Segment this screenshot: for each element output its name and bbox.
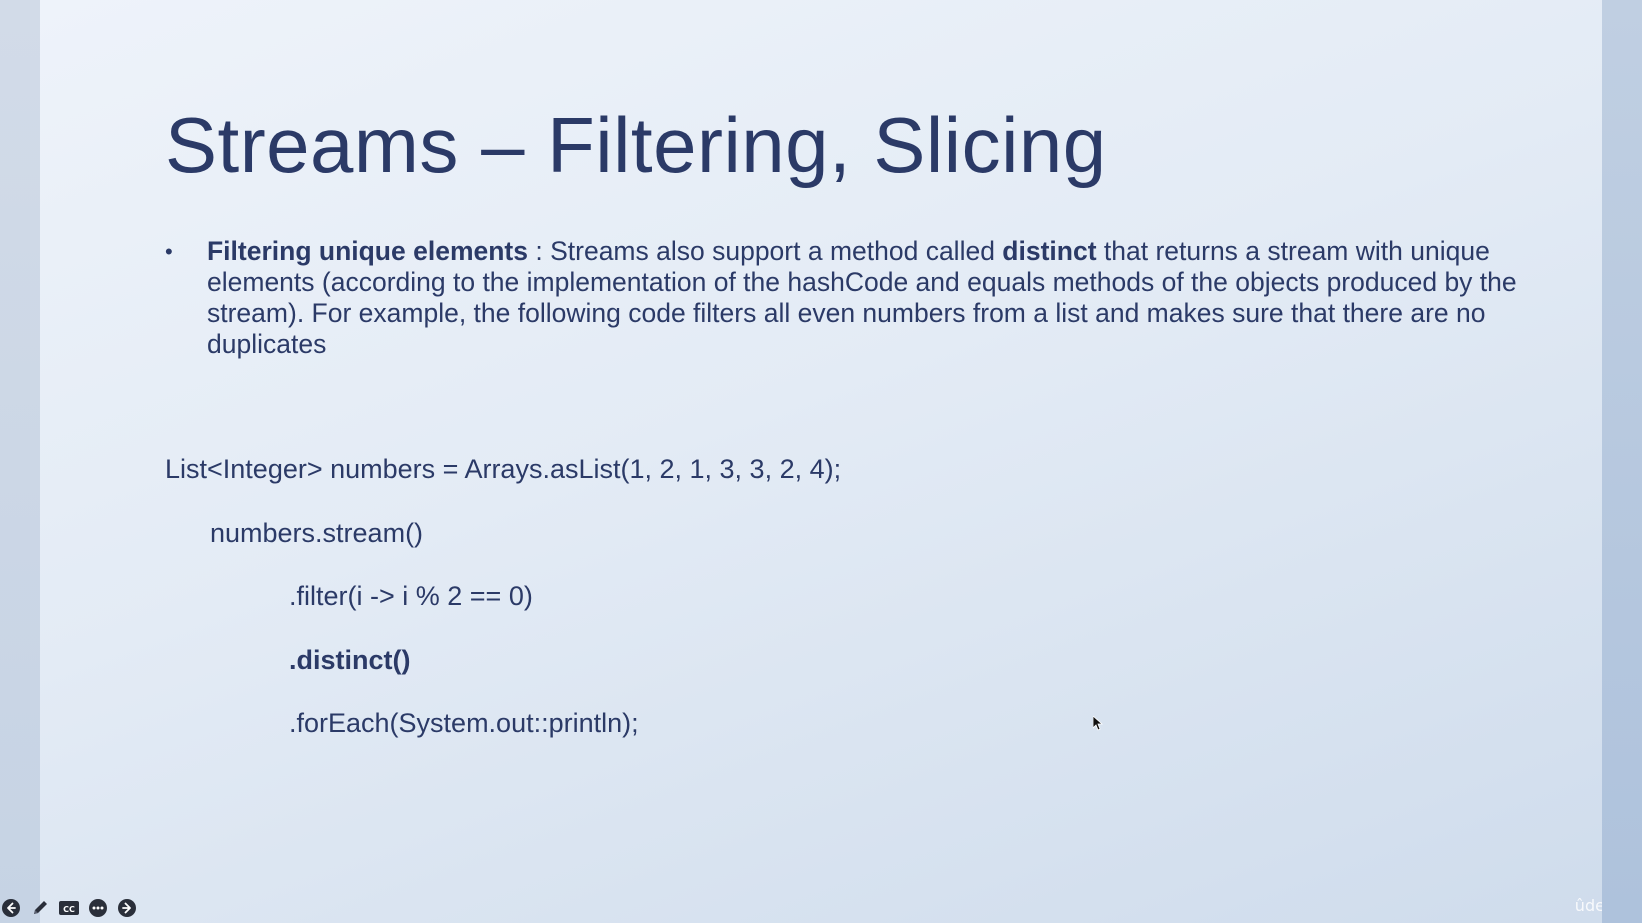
code-line-3: .filter(i -> i % 2 == 0) [289,581,533,611]
code-line-2: numbers.stream() [210,518,424,548]
captions-icon[interactable]: CC [58,897,80,919]
bullet-text-before: : Streams also support a method called [528,236,1003,266]
mouse-cursor-icon [1092,715,1104,737]
previous-icon[interactable] [0,897,22,919]
player-controls: CC [0,897,138,919]
bullet-marker: • [165,239,173,264]
slide-title: Streams – Filtering, Slicing [165,101,1107,189]
captions-label: CC [63,905,75,914]
presentation-slide: Streams – Filtering, Slicing • Filtering… [40,0,1602,923]
more-icon[interactable] [87,897,109,919]
udemy-watermark: ûdemy [1574,896,1630,915]
status-dot [1634,2,1640,8]
next-icon[interactable] [116,897,138,919]
pen-icon[interactable] [29,897,51,919]
code-line-5: .forEach(System.out::println); [289,708,639,738]
bullet-heading: Filtering unique elements [207,236,528,266]
bullet-text: Filtering unique elements : Streams also… [207,236,1560,360]
code-line-4: .distinct() [289,645,411,675]
bullet-keyword: distinct [1002,236,1097,266]
code-line-1: List<Integer> numbers = Arrays.asList(1,… [165,454,842,484]
video-player: Streams – Filtering, Slicing • Filtering… [0,0,1642,923]
bullet-item: • Filtering unique elements : Streams al… [165,236,1560,360]
